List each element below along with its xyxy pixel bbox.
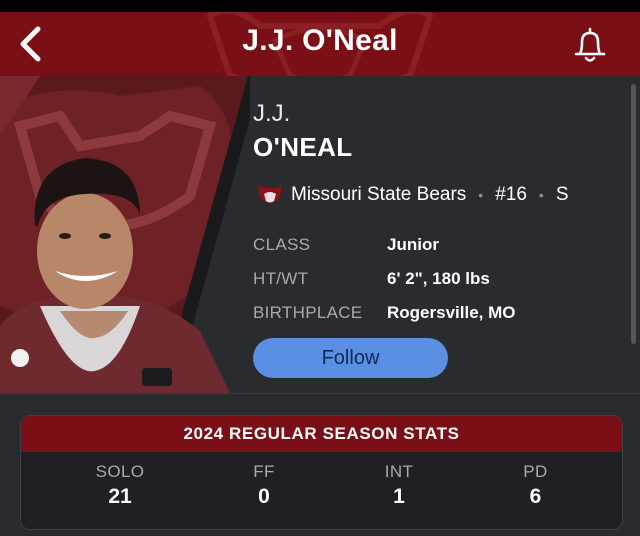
jersey-number: #16: [495, 184, 527, 205]
stat-int: INT 1: [309, 462, 489, 509]
team-line: Missouri State Bears • #16 • S: [255, 182, 569, 208]
stats-row: SOLO 21 FF 0 INT 1 PD 6: [21, 452, 622, 509]
player-photo: [0, 76, 250, 393]
bear-logo-icon: [258, 185, 282, 203]
team-name[interactable]: Missouri State Bears: [291, 184, 466, 206]
stat-solo: SOLO 21: [21, 462, 219, 509]
bio-table: CLASS Junior HT/WT 6' 2", 180 lbs BIRTHP…: [253, 228, 515, 330]
scrollbar[interactable]: [631, 84, 636, 344]
separator-dot: •: [478, 187, 484, 203]
bio-label: BIRTHPLACE: [253, 303, 363, 322]
bio-value: 6' 2", 180 lbs: [387, 269, 490, 288]
player-position: S: [555, 184, 569, 205]
bio-value: Rogersville, MO: [387, 303, 516, 322]
top-bar: J.J. O'Neal: [0, 12, 640, 76]
player-last-name: O'NEAL: [253, 132, 353, 162]
bio-row-birthplace: BIRTHPLACE Rogersville, MO: [253, 296, 515, 330]
stat-label: SOLO: [95, 462, 145, 481]
stat-label: INT: [384, 462, 414, 481]
notifications-button[interactable]: [572, 26, 608, 64]
follow-button[interactable]: Follow: [253, 338, 448, 378]
stat-ff: FF 0: [219, 462, 309, 509]
stat-label: FF: [253, 462, 275, 481]
bell-icon: [574, 27, 606, 62]
bio-label: HT/WT: [253, 269, 309, 288]
stat-value: 1: [393, 485, 405, 508]
stat-pd: PD 6: [489, 462, 582, 509]
player-profile: J.J. O'NEAL Missouri State Bears • #16 •…: [0, 76, 640, 393]
stat-label: PD: [523, 462, 548, 481]
bio-label: CLASS: [253, 235, 311, 254]
player-first-name: J.J.: [253, 100, 291, 127]
stat-value: 21: [108, 485, 132, 508]
season-stats-card: 2024 REGULAR SEASON STATS SOLO 21 FF 0 I…: [20, 415, 623, 530]
stats-title: 2024 REGULAR SEASON STATS: [21, 416, 622, 452]
bio-value: Junior: [387, 235, 439, 254]
status-bar: [0, 0, 640, 12]
separator-dot: •: [538, 187, 544, 203]
stat-value: 0: [258, 485, 270, 508]
stat-value: 6: [529, 485, 542, 508]
bio-row-class: CLASS Junior: [253, 228, 515, 262]
bio-row-height-weight: HT/WT 6' 2", 180 lbs: [253, 262, 515, 296]
section-divider: [0, 393, 640, 394]
page-title: J.J. O'Neal: [242, 24, 398, 57]
